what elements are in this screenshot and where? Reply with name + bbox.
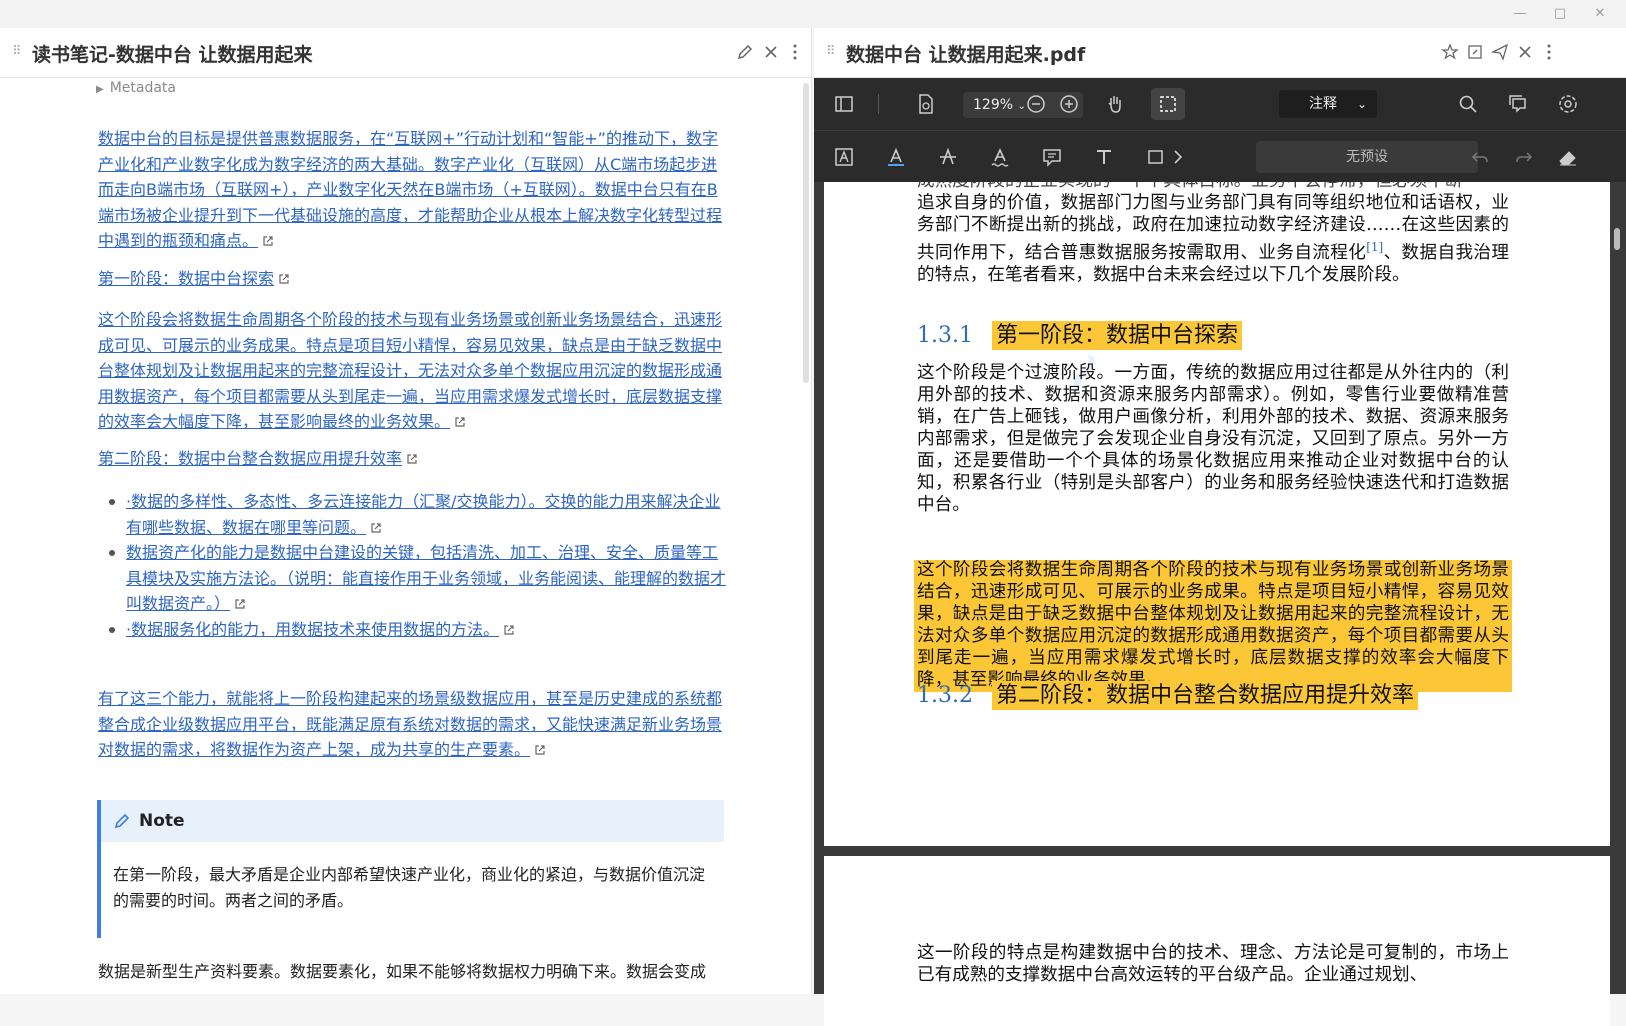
pdf-page: ~ 成熟度阶段的企业实现的一个个具体目标。业务不会停滞，但必须不断 追求自身的价… <box>824 182 1610 846</box>
pdf-annotation-toolbar: 无预设 <box>814 130 1626 182</box>
note-pane: ⠿ 读书笔记-数据中台 让数据用起来 ▶ Metadata 数据中台的目标是提供普… <box>0 28 812 994</box>
note-callout-header: Note <box>101 800 724 842</box>
section-title-highlighted[interactable]: 第二阶段：数据中台整合数据应用提升效率 <box>992 681 1419 710</box>
external-link-icon <box>535 745 545 755</box>
selection-box-icon[interactable] <box>1156 92 1180 116</box>
chevron-right-icon[interactable] <box>1166 145 1190 169</box>
pdf-section-1-3-2: 1.3.2 第二阶段：数据中台整合数据应用提升效率 <box>917 677 1419 710</box>
annotation-mode-select[interactable]: 注释 ⌄ <box>1279 90 1377 118</box>
section-title-highlighted[interactable]: 第一阶段：数据中台探索 <box>992 321 1243 350</box>
undo-icon[interactable] <box>1468 145 1492 169</box>
search-icon[interactable] <box>1456 92 1480 116</box>
pdf-intro-paragraph: 追求自身的价值，数据部门力图与业务部门具有同等组织地位和话语权，业务部门不断提出… <box>917 192 1509 286</box>
pdf-main-toolbar: 129% ⌄ 注释 ⌄ <box>814 78 1626 130</box>
list-item[interactable]: ·数据服务化的能力，用数据技术来使用数据的方法。 <box>109 617 728 643</box>
redo-icon[interactable] <box>1512 145 1536 169</box>
hand-tool-icon[interactable] <box>1103 92 1127 116</box>
note-pane-header: ⠿ 读书笔记-数据中台 让数据用起来 <box>0 28 811 78</box>
edit-pencil-icon[interactable] <box>735 42 755 62</box>
link-text: ·数据的多样性、多态性、多云连接能力（汇聚/交换能力）。交换的能力用来解决企业有… <box>126 492 721 537</box>
external-link-icon <box>279 274 289 284</box>
link-heading-stage-2[interactable]: 第二阶段：数据中台整合数据应用提升效率 <box>98 446 728 472</box>
pdf-pane-header: ⠿ 数据中台 让数据用起来.pdf <box>814 28 1626 78</box>
strikethrough-icon[interactable] <box>936 145 960 169</box>
star-icon[interactable] <box>1440 42 1460 62</box>
collapse-triangle-icon: ▶ <box>96 84 104 95</box>
more-options-icon[interactable] <box>785 42 805 62</box>
close-window-button[interactable]: ✕ <box>1590 4 1610 24</box>
shape-tool-icon[interactable] <box>1144 145 1168 169</box>
zoom-value: 129% <box>973 97 1014 113</box>
link-text: 第一阶段：数据中台探索 <box>98 269 275 288</box>
pdf-scrollbar[interactable] <box>1614 228 1620 250</box>
window-titlebar: — □ ✕ <box>0 0 1626 28</box>
list-item[interactable]: 数据资产化的能力是数据中台建设的关键，包括清洗、加工、治理、安全、质量等工具模块… <box>109 540 728 617</box>
footnote-link[interactable]: [1] <box>1366 240 1383 254</box>
link-text: 这个阶段会将数据生命周期各个阶段的技术与现有业务场景或创新业务场景结合，迅速形成… <box>98 310 723 431</box>
comment-note-icon[interactable] <box>1040 145 1064 169</box>
toolbar-divider <box>878 94 879 114</box>
pdf-paragraph-1: 这个阶段是个过渡阶段。一方面，传统的数据应用过往都是从外往内的（利用外部的技术、… <box>917 363 1509 515</box>
link-text: 第二阶段：数据中台整合数据应用提升效率 <box>98 449 403 468</box>
more-options-icon[interactable] <box>1539 42 1559 62</box>
link-text: 数据中台的目标是提供普惠数据服务，在“互联网+”行动计划和“智能+”的推动下，数… <box>98 129 723 250</box>
comments-icon[interactable] <box>1506 92 1530 116</box>
zoom-in-icon[interactable] <box>1057 92 1081 116</box>
text-box-icon[interactable] <box>832 145 856 169</box>
pencil-icon <box>114 813 130 829</box>
link-heading-stage-1[interactable]: 第一阶段：数据中台探索 <box>98 266 728 292</box>
metadata-label: Metadata <box>109 80 176 96</box>
section-number: 1.3.1 <box>917 323 973 348</box>
link-text: 有了这三个能力，就能将上一阶段构建起来的场景级数据应用，甚至是历史建成的系统都整… <box>98 689 723 759</box>
note-callout: Note 在第一阶段，最大矛盾是企业内部希望快速产业化，商业化的紧迫，与数据价值… <box>97 800 724 938</box>
chevron-down-icon: ⌄ <box>1356 97 1367 111</box>
pdf-page2-paragraph: 这一阶段的特点是构建数据中台的技术、理念、方法论是可复制的，市场上已有成熟的支撑… <box>917 943 1509 985</box>
list-item[interactable]: ·数据的多样性、多态性、多云连接能力（汇聚/交换能力）。交换的能力用来解决企业有… <box>109 489 728 540</box>
zoom-out-icon[interactable] <box>1024 92 1048 116</box>
external-link-icon <box>504 624 514 635</box>
pdf-paragraph-2-highlighted: 这个阶段会将数据生命周期各个阶段的技术与现有业务场景或创新业务场景结合，迅速形成… <box>917 560 1509 690</box>
pdf-page-next: 这一阶段的特点是构建数据中台的技术、理念、方法论是可复制的，市场上已有成熟的支撑… <box>824 856 1610 1026</box>
link-text: ·数据服务化的能力，用数据技术来使用数据的方法。 <box>126 619 500 639</box>
external-link-icon <box>407 454 417 464</box>
capability-list: ·数据的多样性、多态性、多云连接能力（汇聚/交换能力）。交换的能力用来解决企业有… <box>109 489 728 643</box>
link-paragraph-1[interactable]: 数据中台的目标是提供普惠数据服务，在“互联网+”行动计划和“智能+”的推动下，数… <box>98 126 728 254</box>
metadata-toggle[interactable]: ▶ Metadata <box>96 80 176 96</box>
page-fit-icon[interactable] <box>914 92 938 116</box>
link-text: 数据资产化的能力是数据中台建设的关键，包括清洗、加工、治理、安全、质量等工具模块… <box>126 543 727 613</box>
send-icon[interactable] <box>1490 42 1510 62</box>
drag-handle-icon[interactable]: ⠿ <box>826 44 836 60</box>
pdf-title: 数据中台 让数据用起来.pdf <box>846 44 1086 66</box>
close-icon[interactable] <box>761 42 781 62</box>
note-scrollbar[interactable] <box>803 83 809 383</box>
squiggly-underline-icon[interactable] <box>988 145 1012 169</box>
external-link-icon <box>455 417 465 427</box>
expand-icon[interactable] <box>1465 42 1485 62</box>
link-paragraph-2[interactable]: 这个阶段会将数据生命周期各个阶段的技术与现有业务场景或创新业务场景结合，迅速形成… <box>98 307 728 435</box>
text-highlight-icon[interactable] <box>884 145 908 169</box>
minimize-button[interactable]: — <box>1510 4 1530 24</box>
text-tool-icon[interactable] <box>1092 145 1116 169</box>
maximize-button[interactable]: □ <box>1550 4 1570 24</box>
pdf-text-cut: 成熟度阶段的企业实现的一个个具体目标。业务不会停滞，但必须不断 <box>917 182 1509 192</box>
body-paragraph-4: 数据是新型生产资料要素。数据要素化，如果不能够将数据权力明确下来。数据会变成 <box>98 962 707 981</box>
close-icon[interactable] <box>1515 42 1535 62</box>
pdf-pane: ⠿ 数据中台 让数据用起来.pdf 129% ⌄ 注释 ⌄ 无预设 ~ 追求自身… <box>814 28 1626 1026</box>
note-title: 读书笔记-数据中台 让数据用起来 <box>32 44 313 66</box>
external-link-icon <box>263 236 273 246</box>
pdf-section-1-3-1: 1.3.1 第一阶段：数据中台探索 <box>917 317 1243 350</box>
sidebar-toggle-icon[interactable] <box>832 92 856 116</box>
section-number: 1.3.2 <box>917 683 973 708</box>
external-link-icon <box>371 522 381 533</box>
note-callout-body: 在第一阶段，最大矛盾是企业内部希望快速产业化，商业化的紧迫，与数据价值沉淀的需要… <box>113 865 706 910</box>
link-paragraph-3[interactable]: 有了这三个能力，就能将上一阶段构建起来的场景级数据应用，甚至是历史建成的系统都整… <box>98 686 728 763</box>
note-callout-title: Note <box>139 811 185 831</box>
external-link-icon <box>235 599 245 609</box>
drag-handle-icon[interactable]: ⠿ <box>12 44 22 60</box>
gear-icon[interactable] <box>1556 92 1580 116</box>
eraser-icon[interactable] <box>1556 145 1580 169</box>
mode-value: 注释 <box>1309 96 1337 112</box>
preset-select[interactable]: 无预设 <box>1256 141 1478 173</box>
